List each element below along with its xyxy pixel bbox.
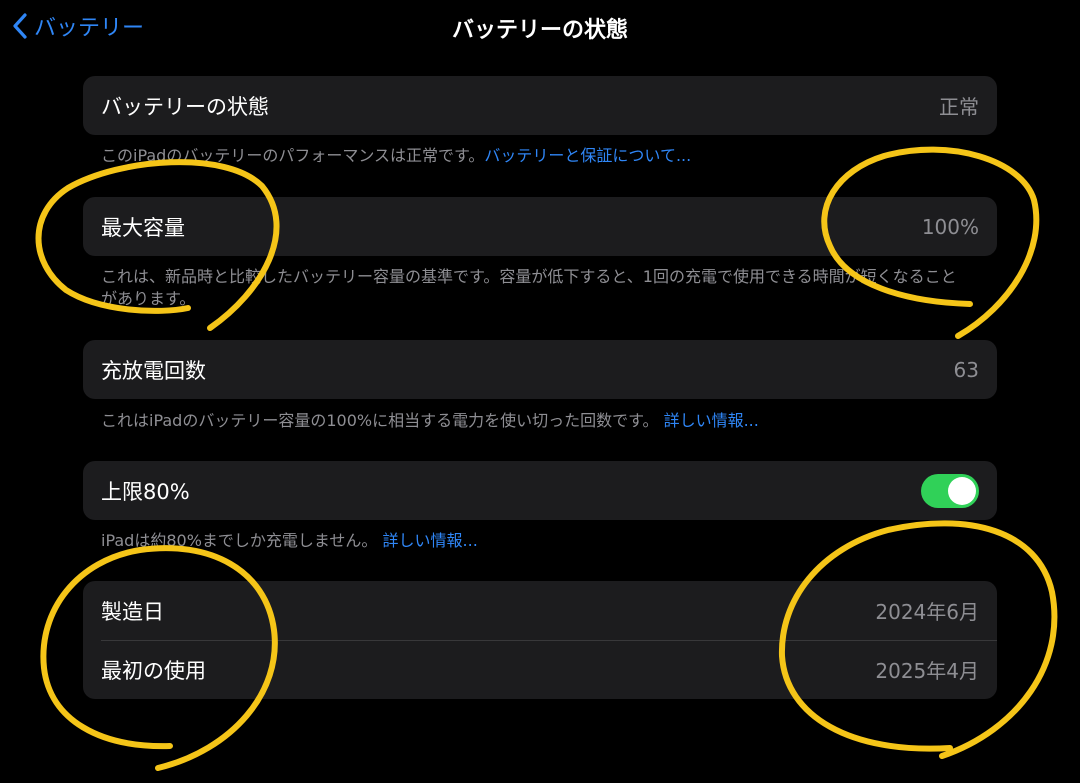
battery-health-row: バッテリーの状態 正常 xyxy=(83,76,997,135)
first-use-label: 最初の使用 xyxy=(101,658,206,683)
navigation-bar: バッテリー バッテリーの状態 xyxy=(0,0,1080,56)
toggle-knob xyxy=(948,476,976,505)
page-title: バッテリーの状態 xyxy=(451,18,628,43)
manufacture-date-value: 2024年6月 xyxy=(875,600,979,624)
cycle-count-more-info-link[interactable]: 詳しい情報... xyxy=(664,411,759,430)
cycle-count-row: 充放電回数 63 xyxy=(83,340,997,399)
charge-limit-label: 上限80% xyxy=(101,479,190,504)
battery-health-footer: このiPadのバッテリーのパフォーマンスは正常です。バッテリーと保証について..… xyxy=(101,145,971,167)
battery-warranty-link[interactable]: バッテリーと保証について... xyxy=(484,146,691,165)
dates-group: 製造日 2024年6月 最初の使用 2025年4月 xyxy=(83,581,997,699)
charge-limit-group: 上限80% xyxy=(83,461,997,520)
charge-limit-row: 上限80% xyxy=(83,461,997,520)
charge-limit-more-info-link[interactable]: 詳しい情報... xyxy=(383,531,478,550)
manufacture-date-label: 製造日 xyxy=(101,599,164,624)
first-use-value: 2025年4月 xyxy=(875,659,979,683)
cycle-count-footer: これはiPadのバッテリー容量の100%に相当する電力を使い切った回数です。 詳… xyxy=(101,410,971,432)
cycle-count-value: 63 xyxy=(953,357,979,382)
max-capacity-label: 最大容量 xyxy=(101,215,185,240)
max-capacity-footer-text: これは、新品時と比較したバッテリー容量の基準です。容量が低下すると、1回の充電で… xyxy=(101,267,957,308)
max-capacity-value: 100% xyxy=(921,214,979,239)
battery-health-footer-text: このiPadのバッテリーのパフォーマンスは正常です。 xyxy=(101,146,485,165)
cycle-count-group: 充放電回数 63 xyxy=(83,340,997,399)
cycle-count-footer-text: これはiPadのバッテリー容量の100%に相当する電力を使い切った回数です。 xyxy=(101,411,659,430)
battery-health-group: バッテリーの状態 正常 xyxy=(83,76,997,135)
max-capacity-footer: これは、新品時と比較したバッテリー容量の基準です。容量が低下すると、1回の充電で… xyxy=(101,266,971,310)
first-use-row: 最初の使用 2025年4月 xyxy=(83,640,997,699)
battery-health-value: 正常 xyxy=(939,95,979,119)
charge-limit-footer-text: iPadは約80%までしか充電しません。 xyxy=(101,531,378,550)
manufacture-date-row: 製造日 2024年6月 xyxy=(83,581,997,640)
cycle-count-label: 充放電回数 xyxy=(101,358,206,383)
battery-health-label: バッテリーの状態 xyxy=(101,94,269,119)
charge-limit-toggle[interactable] xyxy=(921,473,979,508)
charge-limit-footer: iPadは約80%までしか充電しません。 詳しい情報... xyxy=(101,530,971,552)
max-capacity-row: 最大容量 100% xyxy=(83,197,997,256)
max-capacity-group: 最大容量 100% xyxy=(83,197,997,256)
